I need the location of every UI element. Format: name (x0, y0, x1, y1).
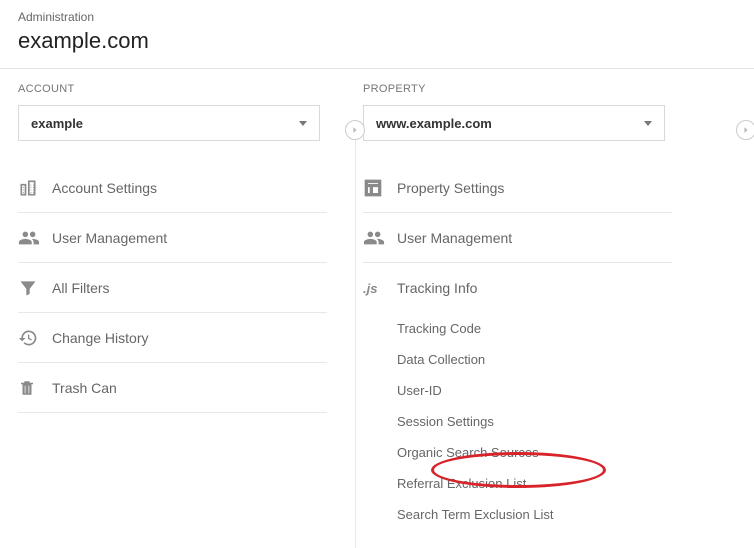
building-icon (18, 178, 52, 198)
menu-label: Property Settings (397, 180, 504, 196)
arrow-right-icon (741, 125, 751, 135)
menu-label: Change History (52, 330, 149, 346)
column-nav-arrow-left[interactable] (345, 120, 365, 140)
account-settings-row[interactable]: Account Settings (18, 163, 327, 213)
data-collection-item[interactable]: Data Collection (397, 344, 672, 375)
session-settings-item[interactable]: Session Settings (397, 406, 672, 437)
menu-label: Tracking Info (397, 280, 477, 296)
property-tracking-info-row[interactable]: .js Tracking Info (363, 263, 672, 313)
referral-exclusion-list-item[interactable]: Referral Exclusion List (397, 468, 672, 499)
account-change-history-row[interactable]: Change History (18, 313, 327, 363)
property-settings-row[interactable]: Property Settings (363, 163, 672, 213)
user-id-item[interactable]: User-ID (397, 375, 672, 406)
menu-label: User Management (52, 230, 167, 246)
property-column: PROPERTY www.example.com Property Settin… (345, 83, 690, 530)
menu-label: All Filters (52, 280, 110, 296)
menu-label: Trash Can (52, 380, 117, 396)
tracking-code-item[interactable]: Tracking Code (397, 313, 672, 344)
menu-label: User Management (397, 230, 512, 246)
property-dropdown-value: www.example.com (376, 116, 492, 131)
breadcrumb: Administration (18, 10, 736, 24)
tracking-sub-items: Tracking Code Data Collection User-ID Se… (363, 313, 672, 530)
account-trash-can-row[interactable]: Trash Can (18, 363, 327, 413)
layout-icon (363, 178, 397, 198)
page-title: example.com (18, 28, 736, 54)
account-heading: ACCOUNT (18, 83, 327, 95)
people-icon (363, 227, 397, 249)
caret-down-icon (644, 121, 652, 126)
property-user-management-row[interactable]: User Management (363, 213, 672, 263)
organic-search-sources-item[interactable]: Organic Search Sources (397, 437, 672, 468)
history-icon (18, 328, 52, 348)
menu-label: Account Settings (52, 180, 157, 196)
search-term-exclusion-list-item[interactable]: Search Term Exclusion List (397, 499, 672, 530)
people-icon (18, 227, 52, 249)
account-user-management-row[interactable]: User Management (18, 213, 327, 263)
trash-icon (18, 378, 52, 398)
arrow-right-icon (350, 125, 360, 135)
account-dropdown-value: example (31, 116, 83, 131)
account-dropdown[interactable]: example (18, 105, 320, 141)
js-icon: .js (363, 281, 397, 296)
column-nav-arrow-right[interactable] (736, 120, 754, 140)
caret-down-icon (299, 121, 307, 126)
property-heading: PROPERTY (363, 83, 672, 95)
account-column: ACCOUNT example Account Settings User Ma… (0, 83, 345, 530)
account-all-filters-row[interactable]: All Filters (18, 263, 327, 313)
filter-icon (18, 278, 52, 298)
property-dropdown[interactable]: www.example.com (363, 105, 665, 141)
